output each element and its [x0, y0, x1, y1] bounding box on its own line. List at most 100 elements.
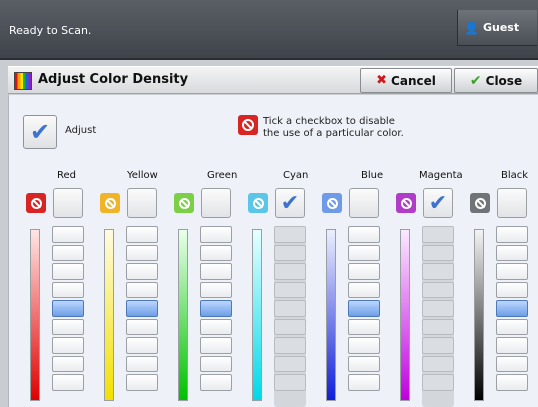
disable-black-checkbox[interactable] — [497, 188, 527, 218]
density-step[interactable] — [52, 226, 84, 243]
prohibit-icon — [396, 193, 416, 213]
density-step[interactable] — [126, 337, 158, 354]
density-step[interactable] — [496, 244, 528, 261]
disable-yellow-checkbox[interactable] — [127, 188, 157, 218]
color-density-icon — [14, 72, 32, 90]
checkmark-icon: ✔ — [428, 190, 448, 216]
density-step[interactable] — [200, 355, 232, 372]
density-step — [274, 263, 306, 280]
density-step — [274, 281, 306, 298]
density-step — [422, 318, 454, 335]
dialog-header: Adjust Color Density ✖ Cancel ✔ Close — [8, 66, 538, 94]
density-step[interactable] — [348, 355, 380, 372]
disable-green-checkbox[interactable] — [201, 188, 231, 218]
black-gradient-bar — [474, 229, 484, 401]
density-step[interactable] — [200, 337, 232, 354]
checkmark-icon: ✔ — [469, 72, 482, 89]
color-name-cyan: Cyan — [283, 170, 309, 181]
density-step[interactable] — [496, 337, 528, 354]
black-density-scale[interactable] — [496, 226, 528, 407]
red-gradient-bar — [30, 229, 40, 401]
density-step[interactable] — [126, 318, 158, 335]
density-step[interactable] — [200, 244, 232, 261]
prohibit-icon — [26, 193, 46, 213]
density-step[interactable] — [52, 300, 84, 317]
disable-red-checkbox[interactable] — [53, 188, 83, 218]
density-step — [274, 226, 306, 243]
density-step[interactable] — [200, 226, 232, 243]
magenta-gradient-bar — [400, 229, 410, 401]
density-step[interactable] — [348, 281, 380, 298]
density-step[interactable] — [496, 355, 528, 372]
density-step[interactable] — [126, 244, 158, 261]
hint-line-2: the use of a particular color. — [263, 128, 404, 139]
density-step[interactable] — [496, 300, 528, 317]
hint-text: Tick a checkbox to disable the use of a … — [263, 116, 404, 140]
density-step[interactable] — [348, 244, 380, 261]
prohibit-icon — [100, 193, 120, 213]
density-step[interactable] — [52, 281, 84, 298]
density-step[interactable] — [126, 281, 158, 298]
person-icon: 👤 — [464, 20, 479, 35]
density-step[interactable] — [126, 300, 158, 317]
color-density-panel: ✔ Adjust Tick a checkbox to disable the … — [8, 95, 538, 407]
density-step[interactable] — [496, 263, 528, 280]
red-density-scale[interactable] — [52, 226, 84, 407]
density-step[interactable] — [496, 374, 528, 391]
density-step — [274, 337, 306, 354]
close-button[interactable]: ✔ Close — [454, 68, 538, 93]
density-step — [422, 337, 454, 354]
cancel-button[interactable]: ✖ Cancel — [360, 68, 452, 93]
density-step[interactable] — [126, 355, 158, 372]
density-step — [422, 263, 454, 280]
green-gradient-bar — [178, 229, 188, 401]
density-step[interactable] — [52, 355, 84, 372]
density-step — [422, 355, 454, 372]
density-step[interactable] — [348, 318, 380, 335]
density-step[interactable] — [52, 318, 84, 335]
density-step[interactable] — [348, 337, 380, 354]
disable-blue-checkbox[interactable] — [349, 188, 379, 218]
density-step[interactable] — [348, 263, 380, 280]
color-name-red: Red — [57, 170, 76, 181]
color-name-green: Green — [207, 170, 238, 181]
density-step[interactable] — [200, 263, 232, 280]
magenta-density-scale[interactable] — [422, 226, 454, 407]
yellow-density-scale[interactable] — [126, 226, 158, 407]
density-step[interactable] — [52, 374, 84, 391]
density-step[interactable] — [126, 374, 158, 391]
density-step[interactable] — [496, 281, 528, 298]
density-step[interactable] — [126, 226, 158, 243]
disable-cyan-checkbox[interactable]: ✔ — [275, 188, 305, 218]
disable-magenta-checkbox[interactable]: ✔ — [423, 188, 453, 218]
density-step[interactable] — [496, 318, 528, 335]
prohibit-icon — [174, 193, 194, 213]
density-step[interactable] — [126, 263, 158, 280]
density-step — [274, 318, 306, 335]
checkmark-icon: ✔ — [280, 190, 300, 216]
hint-line-1: Tick a checkbox to disable — [263, 116, 395, 127]
checkmark-icon: ✔ — [29, 118, 51, 146]
cyan-density-scale[interactable] — [274, 226, 306, 407]
adjust-checkbox[interactable]: ✔ — [23, 115, 57, 149]
prohibit-icon — [248, 193, 268, 213]
density-step[interactable] — [200, 300, 232, 317]
density-step[interactable] — [52, 337, 84, 354]
adjust-label: Adjust — [65, 125, 97, 136]
green-density-scale[interactable] — [200, 226, 232, 407]
density-step[interactable] — [200, 318, 232, 335]
density-step[interactable] — [348, 226, 380, 243]
density-step[interactable] — [200, 281, 232, 298]
yellow-gradient-bar — [104, 229, 114, 401]
density-step[interactable] — [52, 244, 84, 261]
density-step[interactable] — [52, 263, 84, 280]
user-label: Guest — [482, 21, 520, 34]
user-button[interactable]: 👤 Guest — [457, 10, 537, 46]
blue-density-scale[interactable] — [348, 226, 380, 407]
density-step — [274, 355, 306, 372]
density-step[interactable] — [496, 226, 528, 243]
density-step[interactable] — [348, 300, 380, 317]
density-step[interactable] — [348, 374, 380, 391]
density-step[interactable] — [200, 374, 232, 391]
color-name-black: Black — [501, 170, 529, 181]
